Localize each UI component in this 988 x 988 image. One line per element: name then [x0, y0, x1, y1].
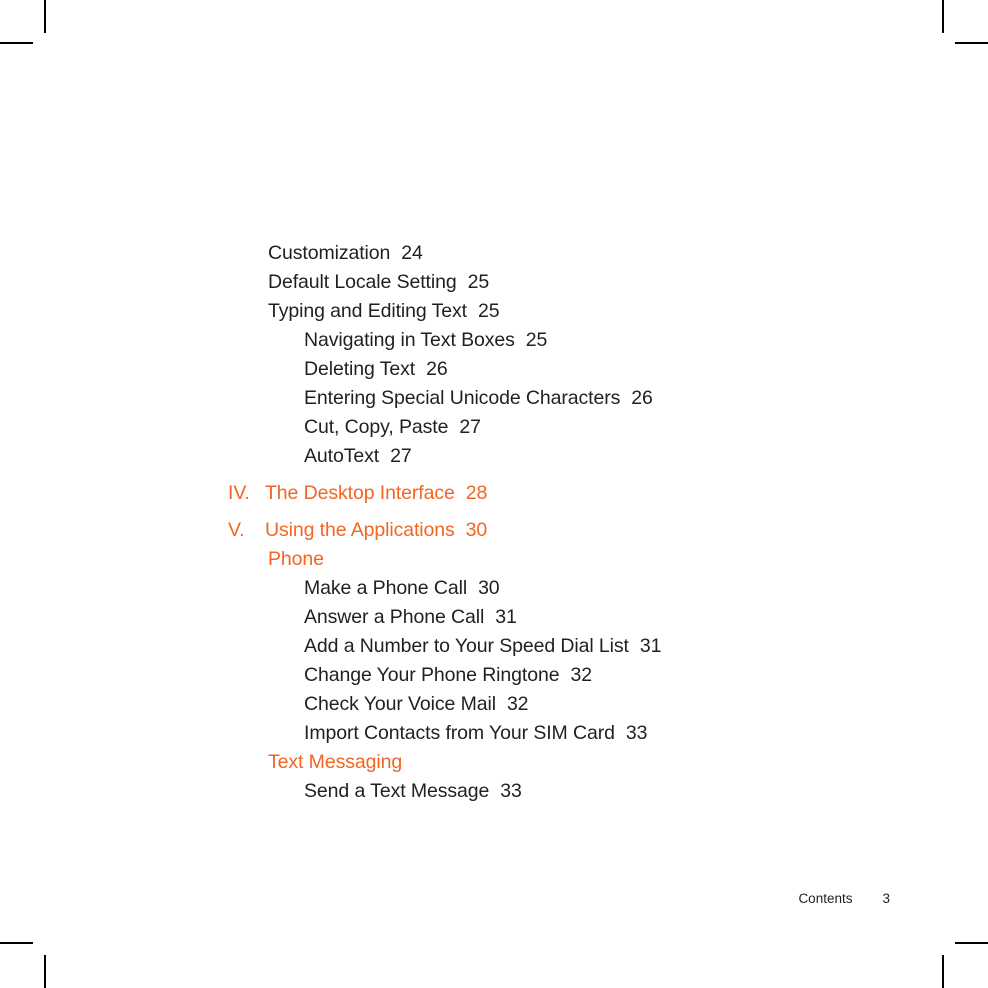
toc-entry-label: The Desktop Interface: [265, 482, 455, 504]
toc-entry-page-number: 30: [465, 519, 488, 541]
toc-entry[interactable]: Text Messaging: [228, 751, 928, 780]
toc-entry-page-number: 26: [426, 358, 448, 380]
toc-entry-page-number: 32: [506, 693, 529, 715]
toc-entry-label: Entering Special Unicode Characters: [304, 387, 621, 409]
toc-entry-label: Make a Phone Call: [304, 577, 468, 599]
footer-running-head: Contents: [798, 891, 853, 906]
toc-entry[interactable]: Default Locale Setting 25: [228, 271, 928, 300]
toc-entry-label: Using the Applications: [265, 519, 455, 541]
toc-entry-label: Navigating in Text Boxes: [304, 329, 515, 351]
toc-entry[interactable]: Navigating in Text Boxes 25: [228, 329, 928, 358]
crop-mark-top-left-vertical: [44, 0, 46, 33]
toc-entry-page-number: 25: [525, 329, 548, 351]
toc-entry[interactable]: IV. The Desktop Interface 28: [228, 482, 928, 511]
toc-entry[interactable]: Phone: [228, 548, 928, 577]
toc-entry-label: Text Messaging: [268, 751, 403, 773]
crop-mark-top-right-vertical: [942, 0, 944, 33]
crop-mark-top-left-horizontal: [0, 42, 33, 44]
toc-entry-page-number: 25: [467, 271, 490, 293]
toc-entry-page-number: 32: [570, 664, 592, 686]
toc-entry-roman-numeral: V.: [228, 519, 245, 541]
toc-entry[interactable]: Add a Number to Your Speed Dial List 31: [228, 635, 928, 664]
crop-mark-top-right-horizontal: [955, 42, 988, 44]
toc-entry-label: Answer a Phone Call: [304, 606, 485, 628]
toc-entry[interactable]: Typing and Editing Text 25: [228, 300, 928, 329]
toc-entry-page-number: 33: [500, 780, 522, 802]
toc-entry-label: Import Contacts from Your SIM Card: [304, 722, 615, 744]
toc-entry-label: Default Locale Setting: [268, 271, 457, 293]
toc-entry-label: Deleting Text: [304, 358, 416, 380]
toc-entry[interactable]: AutoText 27: [228, 445, 928, 474]
toc-entry[interactable]: Change Your Phone Ringtone 32: [228, 664, 928, 693]
toc-entry[interactable]: Import Contacts from Your SIM Card 33: [228, 722, 928, 751]
toc-entry[interactable]: Deleting Text 26: [228, 358, 928, 387]
page-footer: Contents 3: [0, 891, 890, 906]
crop-mark-bottom-right-vertical: [942, 955, 944, 988]
document-page: Customization 24 Default Locale Setting 25 T…: [0, 0, 988, 988]
toc-entry-label: Add a Number to Your Speed Dial List: [304, 635, 629, 657]
toc-entry[interactable]: Send a Text Message 33: [228, 780, 928, 809]
toc-entry-label: Check Your Voice Mail: [304, 693, 496, 715]
crop-mark-bottom-left-horizontal: [0, 942, 33, 944]
toc-entry-page-number: 28: [465, 482, 488, 504]
toc-entry-roman-numeral: IV.: [228, 482, 250, 504]
toc-entry-label: Phone: [268, 548, 324, 570]
toc-entry[interactable]: V. Using the Applications 30: [228, 519, 928, 548]
toc-entry-label: Customization: [268, 242, 391, 264]
toc-entry-page-number: 31: [495, 606, 517, 628]
toc-entry-label: AutoText: [304, 445, 380, 467]
toc-entry-page-number: 26: [631, 387, 653, 409]
crop-mark-bottom-left-vertical: [44, 955, 46, 988]
toc-entry[interactable]: Entering Special Unicode Characters 26: [228, 387, 928, 416]
toc-entry-page-number: 33: [625, 722, 648, 744]
toc-entry[interactable]: Answer a Phone Call 31: [228, 606, 928, 635]
table-of-contents: Customization 24 Default Locale Setting 25 T…: [228, 242, 928, 809]
toc-entry-label: Send a Text Message: [304, 780, 490, 802]
crop-mark-bottom-right-horizontal: [955, 942, 988, 944]
toc-entry-label: Typing and Editing Text: [268, 300, 467, 322]
toc-entry[interactable]: Check Your Voice Mail 32: [228, 693, 928, 722]
toc-entry-page-number: 25: [477, 300, 500, 322]
toc-entry-label: Change Your Phone Ringtone: [304, 664, 560, 686]
toc-entry[interactable]: Cut, Copy, Paste 27: [228, 416, 928, 445]
toc-entry-page-number: 24: [401, 242, 423, 264]
toc-entry-page-number: 27: [459, 416, 481, 438]
toc-entry-page-number: 31: [639, 635, 662, 657]
toc-entry-page-number: 27: [390, 445, 412, 467]
toc-entry[interactable]: Make a Phone Call 30: [228, 577, 928, 606]
toc-entry[interactable]: Customization 24: [228, 242, 928, 271]
toc-entry-label: Cut, Copy, Paste: [304, 416, 449, 438]
footer-page-number: 3: [882, 891, 890, 906]
toc-entry-page-number: 30: [478, 577, 500, 599]
